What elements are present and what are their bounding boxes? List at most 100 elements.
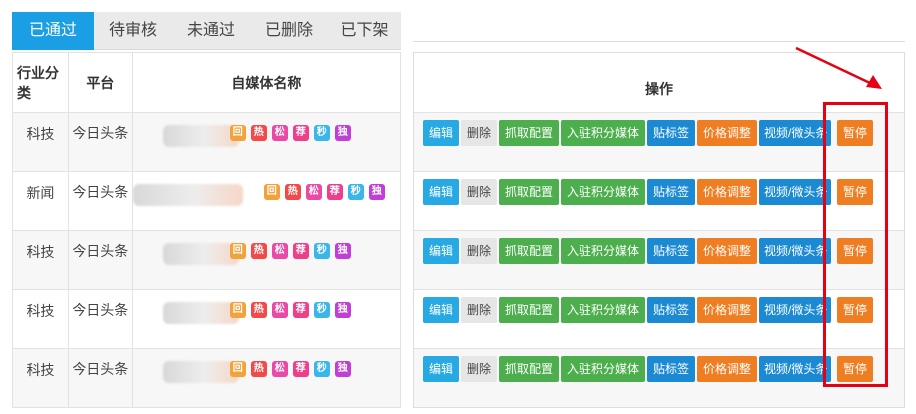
tab-delisted[interactable]: 已下架: [328, 12, 401, 50]
media-table: 行业分类 平台 自媒体名称 科技 今日头条回热松荐秒独新闻 今日头条回热松荐秒独科技…: [12, 52, 402, 408]
price-adjust-button[interactable]: 价格调整: [697, 297, 757, 323]
delete-button[interactable]: 删除: [461, 238, 497, 264]
add-tag-button[interactable]: 贴标签: [647, 238, 695, 264]
badge-3: 荐: [292, 361, 309, 377]
badge-4: 秒: [313, 243, 330, 259]
join-points-media-button[interactable]: 入驻积分媒体: [561, 297, 645, 323]
price-adjust-button[interactable]: 价格调整: [697, 120, 757, 146]
table-row: 编辑 删除 抓取配置 入驻积分媒体 贴标签 价格调整 视频/微头条 暂停: [413, 348, 905, 408]
media-name-cell: 回热松荐秒独: [131, 348, 402, 408]
tab-deleted[interactable]: 已删除: [250, 12, 328, 50]
badge-3: 荐: [292, 125, 309, 141]
badge-2: 松: [271, 361, 288, 377]
divider: [413, 41, 905, 42]
media-badges: 回热松荐秒独: [229, 243, 351, 259]
video-micro-headline-button[interactable]: 视频/微头条: [759, 356, 831, 382]
pause-button[interactable]: 暂停: [837, 179, 873, 205]
delete-button[interactable]: 删除: [461, 297, 497, 323]
badge-4: 秒: [313, 361, 330, 377]
badge-4: 秒: [313, 302, 330, 318]
badge-3: 荐: [326, 184, 343, 200]
add-tag-button[interactable]: 贴标签: [647, 179, 695, 205]
badge-3: 荐: [292, 302, 309, 318]
operation-buttons: 编辑 删除 抓取配置 入驻积分媒体 贴标签 价格调整 视频/微头条 暂停: [423, 179, 873, 205]
delete-button[interactable]: 删除: [461, 120, 497, 146]
operation-buttons: 编辑 删除 抓取配置 入驻积分媒体 贴标签 价格调整 视频/微头条 暂停: [423, 120, 873, 146]
media-badges: 回热松荐秒独: [229, 361, 351, 377]
join-points-media-button[interactable]: 入驻积分媒体: [561, 356, 645, 382]
edit-button[interactable]: 编辑: [423, 238, 459, 264]
price-adjust-button[interactable]: 价格调整: [697, 356, 757, 382]
badge-5: 独: [334, 125, 351, 141]
operation-buttons: 编辑 删除 抓取配置 入驻积分媒体 贴标签 价格调整 视频/微头条 暂停: [423, 238, 873, 264]
table-row: 新闻 今日头条 回热松荐秒独: [12, 171, 402, 231]
price-adjust-button[interactable]: 价格调整: [697, 179, 757, 205]
pause-button[interactable]: 暂停: [837, 356, 873, 382]
pause-button[interactable]: 暂停: [837, 120, 873, 146]
redacted-media-name: [162, 125, 239, 147]
badge-0: 回: [229, 243, 246, 259]
redacted-media-name: [162, 302, 239, 324]
video-micro-headline-button[interactable]: 视频/微头条: [759, 179, 831, 205]
video-micro-headline-button[interactable]: 视频/微头条: [759, 120, 831, 146]
delete-button[interactable]: 删除: [461, 179, 497, 205]
header-platform: 平台: [67, 52, 133, 113]
industry-cell: 科技: [12, 348, 69, 408]
badge-2: 松: [271, 243, 288, 259]
table-row: 科技 今日头条 回热松荐秒独: [12, 230, 402, 290]
badge-1: 热: [250, 361, 267, 377]
edit-button[interactable]: 编辑: [423, 297, 459, 323]
pause-button[interactable]: 暂停: [837, 297, 873, 323]
edit-button[interactable]: 编辑: [423, 120, 459, 146]
grab-config-button[interactable]: 抓取配置: [499, 120, 559, 146]
edit-button[interactable]: 编辑: [423, 179, 459, 205]
grab-config-button[interactable]: 抓取配置: [499, 356, 559, 382]
industry-cell: 科技: [12, 230, 69, 290]
table-row: 编辑 删除 抓取配置 入驻积分媒体 贴标签 价格调整 视频/微头条 暂停: [413, 289, 905, 349]
pause-button[interactable]: 暂停: [837, 238, 873, 264]
header-industry: 行业分类: [12, 52, 69, 113]
edit-button[interactable]: 编辑: [423, 356, 459, 382]
operations-cell: 编辑 删除 抓取配置 入驻积分媒体 贴标签 价格调整 视频/微头条 暂停: [413, 112, 905, 172]
media-badges: 回热松荐秒独: [229, 302, 351, 318]
media-name-cell: 回热松荐秒独: [131, 112, 402, 172]
add-tag-button[interactable]: 贴标签: [647, 356, 695, 382]
delete-button[interactable]: 删除: [461, 356, 497, 382]
video-micro-headline-button[interactable]: 视频/微头条: [759, 238, 831, 264]
media-name-cell: 回热松荐秒独: [131, 289, 402, 349]
badge-4: 秒: [347, 184, 364, 200]
badge-5: 独: [368, 184, 385, 200]
join-points-media-button[interactable]: 入驻积分媒体: [561, 120, 645, 146]
badge-0: 回: [229, 361, 246, 377]
video-micro-headline-button[interactable]: 视频/微头条: [759, 297, 831, 323]
grab-config-button[interactable]: 抓取配置: [499, 297, 559, 323]
redacted-media-name: [162, 361, 239, 383]
grab-config-button[interactable]: 抓取配置: [499, 179, 559, 205]
table-row: 科技 今日头条 回热松荐秒独: [12, 112, 402, 172]
badge-4: 秒: [313, 125, 330, 141]
grab-config-button[interactable]: 抓取配置: [499, 238, 559, 264]
badge-0: 回: [229, 125, 246, 141]
tab-pending[interactable]: 待审核: [94, 12, 172, 50]
join-points-media-button[interactable]: 入驻积分媒体: [561, 238, 645, 264]
add-tag-button[interactable]: 贴标签: [647, 297, 695, 323]
operation-buttons: 编辑 删除 抓取配置 入驻积分媒体 贴标签 价格调整 视频/微头条 暂停: [423, 297, 873, 323]
status-tabs: 已通过 待审核 未通过 已删除 已下架: [12, 12, 401, 50]
badge-5: 独: [334, 243, 351, 259]
price-adjust-button[interactable]: 价格调整: [697, 238, 757, 264]
badge-0: 回: [229, 302, 246, 318]
header-media-name: 自媒体名称: [131, 52, 402, 113]
operation-buttons: 编辑 删除 抓取配置 入驻积分媒体 贴标签 价格调整 视频/微头条 暂停: [423, 356, 873, 382]
table-row: 编辑 删除 抓取配置 入驻积分媒体 贴标签 价格调整 视频/微头条 暂停: [413, 171, 905, 231]
join-points-media-button[interactable]: 入驻积分媒体: [561, 179, 645, 205]
media-badges: 回热松荐秒独: [229, 125, 351, 141]
badge-0: 回: [263, 184, 280, 200]
tab-approved[interactable]: 已通过: [12, 12, 94, 50]
tab-rejected[interactable]: 未通过: [172, 12, 250, 50]
badge-1: 热: [284, 184, 301, 200]
table-row: 科技 今日头条 回热松荐秒独: [12, 289, 402, 349]
badge-1: 热: [250, 302, 267, 318]
table-row: 编辑 删除 抓取配置 入驻积分媒体 贴标签 价格调整 视频/微头条 暂停: [413, 230, 905, 290]
badge-2: 松: [271, 302, 288, 318]
add-tag-button[interactable]: 贴标签: [647, 120, 695, 146]
